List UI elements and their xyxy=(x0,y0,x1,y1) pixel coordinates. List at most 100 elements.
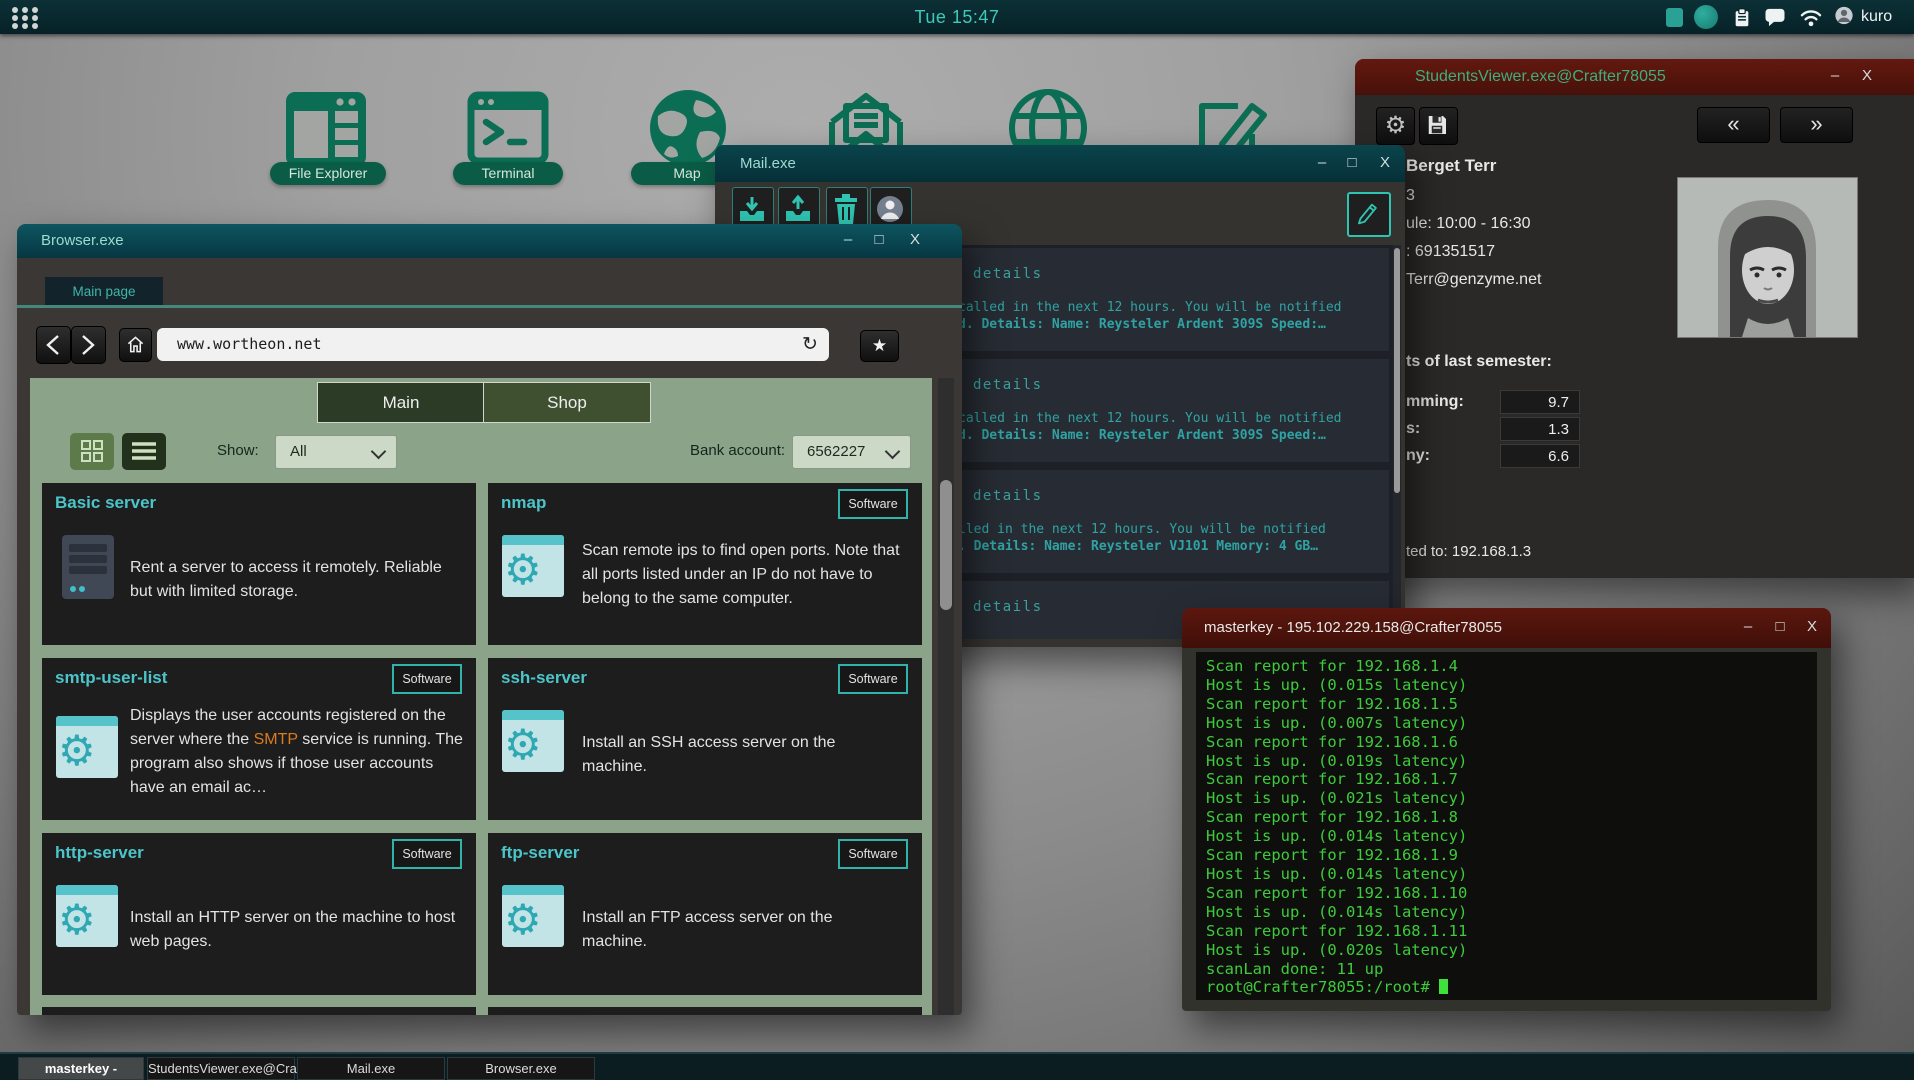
shop-item-partial xyxy=(42,1007,476,1015)
mail-preview-line: lled in the next 12 hours. You will be n… xyxy=(958,522,1326,537)
browser-tab[interactable]: Main page xyxy=(45,277,163,306)
software-badge: Software xyxy=(838,664,908,694)
minimize-button[interactable]: – xyxy=(1738,619,1758,637)
mail-details-link[interactable]: details xyxy=(973,266,1043,282)
student-email: Terr@genzyme.net xyxy=(1406,271,1541,289)
clipboard-icon[interactable] xyxy=(1732,8,1752,27)
shop-item-ftp-server[interactable]: ftp-server Software ⚙ Install an FTP acc… xyxy=(488,833,922,995)
terminal-prompt[interactable]: root@Crafter78055:/root# xyxy=(1206,978,1817,997)
taskbar-item-browser[interactable]: Browser.exe xyxy=(447,1057,595,1080)
forward-button[interactable] xyxy=(71,326,106,364)
grid-view-button[interactable] xyxy=(70,433,114,470)
close-button[interactable]: X xyxy=(1857,68,1877,86)
taskbar-item-mail[interactable]: Mail.exe xyxy=(297,1057,445,1080)
item-description: Install an HTTP server on the machine to… xyxy=(130,873,460,987)
maximize-button[interactable]: □ xyxy=(869,232,889,250)
star-icon: ★ xyxy=(872,336,887,355)
chevrons-right-icon: » xyxy=(1810,111,1822,136)
browser-title-bar[interactable]: Browser.exe – □ X xyxy=(17,224,962,258)
username-label: kuro xyxy=(1861,0,1892,34)
minimize-button[interactable]: – xyxy=(838,232,858,250)
student-name: Berget Terr xyxy=(1406,156,1496,176)
top-bar: Tue 15:47 kuro xyxy=(0,0,1914,34)
save-button[interactable] xyxy=(1419,107,1458,145)
minimize-button[interactable]: – xyxy=(1312,155,1332,173)
shop-item-partial xyxy=(488,1007,922,1015)
scrollbar-thumb[interactable] xyxy=(1394,248,1400,493)
user-avatar-icon[interactable] xyxy=(1833,6,1855,25)
minimize-button[interactable]: – xyxy=(1825,68,1845,86)
taskbar-item-masterkey[interactable]: masterkey - xyxy=(18,1057,144,1080)
taskbar: masterkey - StudentsViewer.exe@Crafter M… xyxy=(0,1052,1914,1080)
refresh-button[interactable]: ↻ xyxy=(795,328,825,361)
close-button[interactable]: X xyxy=(905,232,925,250)
item-title: nmap xyxy=(501,493,546,513)
mail-details-link[interactable]: details xyxy=(973,377,1043,393)
item-title: ssh-server xyxy=(501,668,587,688)
item-description: Install an SSH access server on the mach… xyxy=(582,698,892,812)
shop-item-smtp-user-list[interactable]: smtp-user-list Software ⚙ Displays the u… xyxy=(42,658,476,820)
mail-scrollbar[interactable] xyxy=(1393,245,1401,639)
scrollbar-thumb[interactable] xyxy=(940,480,952,610)
item-description: Displays the user accounts registered on… xyxy=(130,692,470,812)
page-tab-main[interactable]: Main xyxy=(317,382,485,423)
maximize-button[interactable]: □ xyxy=(1770,619,1790,637)
item-description: Rent a server to access it remotely. Rel… xyxy=(130,523,460,637)
floppy-disk-icon xyxy=(1425,113,1449,137)
maximize-button[interactable]: □ xyxy=(1342,155,1362,173)
back-button[interactable] xyxy=(36,326,71,364)
compose-button[interactable] xyxy=(1347,192,1391,237)
software-icon: ⚙ xyxy=(502,710,564,772)
clock: Tue 15:47 xyxy=(0,0,1914,34)
item-title: http-server xyxy=(55,843,144,863)
chevron-down-icon xyxy=(371,444,387,460)
terminal-title-bar[interactable]: masterkey - 195.102.229.158@Crafter78055… xyxy=(1182,608,1831,648)
shop-item-basic-server[interactable]: Basic server Rent a server to access it … xyxy=(42,483,476,645)
terminal-screen[interactable]: Scan report for 192.168.1.4 Host is up. … xyxy=(1196,652,1817,1000)
tray-status-icon[interactable] xyxy=(1694,5,1718,29)
mail-details-link[interactable]: details xyxy=(973,488,1043,504)
next-student-button[interactable]: » xyxy=(1780,107,1853,143)
software-badge: Software xyxy=(392,839,462,869)
item-title: Basic server xyxy=(55,493,156,513)
show-filter-dropdown[interactable]: All xyxy=(275,435,397,469)
list-view-button[interactable] xyxy=(122,433,166,470)
shop-item-ssh-server[interactable]: ssh-server Software ⚙ Install an SSH acc… xyxy=(488,658,922,820)
mail-preview-line: d. Details: Name: Reysteler Ardent 309S … xyxy=(958,428,1326,443)
item-title: ftp-server xyxy=(501,843,579,863)
bank-account-label: Bank account: xyxy=(690,442,785,459)
smtp-highlight: SMTP xyxy=(254,731,298,748)
desktop-icon-terminal[interactable]: Terminal xyxy=(460,80,556,181)
software-badge: Software xyxy=(392,664,462,694)
browser-scrollbar[interactable] xyxy=(938,378,954,1015)
page-tab-shop[interactable]: Shop xyxy=(483,382,651,423)
wifi-icon[interactable] xyxy=(1798,8,1824,27)
url-bar[interactable]: www.wortheon.net xyxy=(157,328,829,361)
software-badge: Software xyxy=(838,839,908,869)
mail-title-bar[interactable]: Mail.exe – □ X xyxy=(715,145,1405,182)
settings-button[interactable]: ⚙ xyxy=(1376,107,1415,145)
chevron-right-icon xyxy=(79,334,97,356)
bookmark-button[interactable]: ★ xyxy=(860,330,899,362)
tray-app-icon[interactable] xyxy=(1666,8,1683,27)
gear-icon: ⚙ xyxy=(1385,112,1407,139)
close-button[interactable]: X xyxy=(1375,155,1395,173)
close-button[interactable]: X xyxy=(1802,619,1822,637)
desktop-icon-label: Terminal xyxy=(453,162,563,185)
grade-value: 6.6 xyxy=(1500,444,1580,468)
mail-details-link[interactable]: details xyxy=(973,599,1043,615)
bank-account-dropdown[interactable]: 6562227 xyxy=(792,435,911,469)
prev-student-button[interactable]: « xyxy=(1697,107,1770,143)
desktop-icon-file-explorer[interactable]: File Explorer xyxy=(278,80,374,181)
app-menu-icon[interactable] xyxy=(12,7,40,29)
shop-item-http-server[interactable]: http-server Software ⚙ Install an HTTP s… xyxy=(42,833,476,995)
chevron-down-icon xyxy=(885,444,901,460)
home-button[interactable] xyxy=(119,328,152,362)
student-photo xyxy=(1677,177,1858,338)
taskbar-item-studentsviewer[interactable]: StudentsViewer.exe@Crafter xyxy=(147,1057,295,1080)
dropdown-value: All xyxy=(290,436,307,468)
chat-icon[interactable] xyxy=(1763,8,1787,27)
shop-item-nmap[interactable]: nmap Software ⚙ Scan remote ips to find … xyxy=(488,483,922,645)
chevrons-left-icon: « xyxy=(1727,111,1739,136)
students-title-bar[interactable]: StudentsViewer.exe@Crafter78055 – X xyxy=(1355,59,1914,95)
